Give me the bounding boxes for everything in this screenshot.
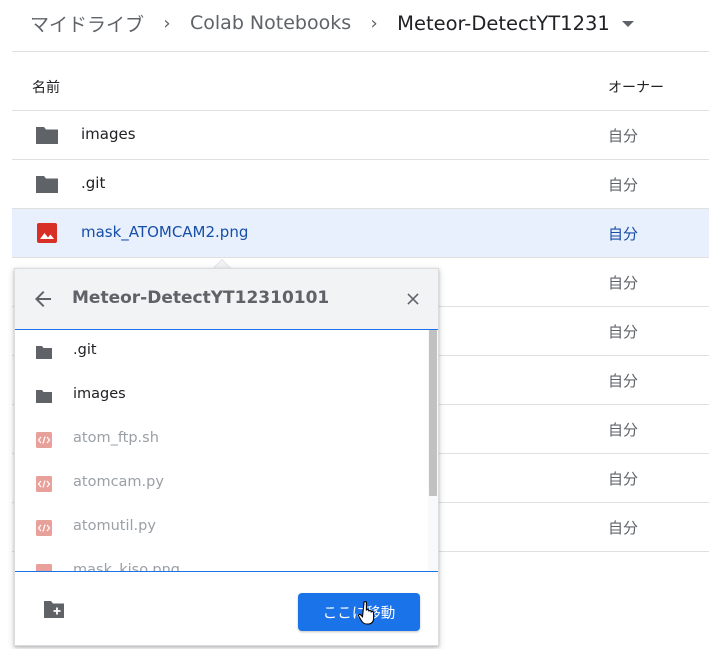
file-owner: 自分 — [608, 225, 639, 243]
file-list-header: 名前 オーナー — [12, 62, 709, 111]
file-owner: 自分 — [608, 519, 639, 537]
folder-icon — [36, 127, 58, 144]
column-header-name[interactable]: 名前 — [32, 77, 60, 97]
move-dialog: Meteor-DetectYT12310101 .git images atom… — [14, 268, 439, 646]
file-owner: 自分 — [608, 323, 639, 341]
file-owner: 自分 — [608, 372, 639, 390]
divider — [12, 51, 709, 52]
file-owner: 自分 — [608, 421, 639, 439]
dialog-item-label: mask_kiso.png — [73, 562, 181, 571]
move-here-button[interactable]: ここに移動 — [298, 593, 420, 631]
code-file-icon — [36, 476, 52, 492]
folder-icon — [36, 390, 52, 403]
dialog-file-item: atomcam.py — [15, 462, 438, 506]
move-dialog-title: Meteor-DetectYT12310101 — [72, 288, 330, 308]
divider — [15, 571, 438, 572]
file-name: .git — [81, 174, 106, 192]
file-row[interactable]: .git 自分 — [12, 160, 709, 209]
back-arrow-icon[interactable] — [31, 287, 55, 311]
file-owner: 自分 — [608, 274, 639, 292]
file-owner: 自分 — [608, 127, 639, 145]
dialog-item-label: atomutil.py — [73, 518, 156, 534]
dialog-file-item: mask_kiso.png — [15, 550, 438, 571]
move-dialog-header: Meteor-DetectYT12310101 — [15, 269, 438, 330]
file-row-selected[interactable]: mask_ATOMCAM2.png 自分 — [12, 209, 709, 258]
breadcrumb: マイドライブ › Colab Notebooks › Meteor-Detect… — [30, 6, 634, 40]
file-name: mask_ATOMCAM2.png — [81, 223, 249, 241]
dialog-folder-item[interactable]: .git — [15, 330, 438, 374]
new-folder-icon[interactable] — [43, 599, 65, 619]
image-file-icon — [36, 564, 52, 571]
breadcrumb-my-drive[interactable]: マイドライブ — [30, 10, 144, 37]
code-file-icon — [36, 520, 52, 536]
folder-icon — [36, 176, 58, 193]
file-row[interactable]: images 自分 — [12, 111, 709, 160]
dialog-item-label: atom_ftp.sh — [73, 430, 159, 446]
file-name: images — [81, 125, 136, 143]
code-file-icon — [36, 432, 52, 448]
image-file-icon — [37, 223, 57, 243]
move-dialog-folder-list[interactable]: .git images atom_ftp.sh atomcam.py atomu… — [15, 330, 438, 571]
dialog-file-item: atomutil.py — [15, 506, 438, 550]
file-owner: 自分 — [608, 470, 639, 488]
breadcrumb-separator: › — [370, 12, 378, 34]
dialog-file-item: atom_ftp.sh — [15, 418, 438, 462]
dialog-item-label: images — [73, 386, 126, 402]
breadcrumb-colab-notebooks[interactable]: Colab Notebooks — [190, 12, 351, 34]
folder-icon — [36, 346, 52, 359]
scrollbar-thumb[interactable] — [429, 330, 437, 496]
folder-dropdown-icon[interactable] — [621, 21, 634, 27]
dialog-item-label: .git — [73, 342, 97, 358]
file-owner: 自分 — [608, 176, 639, 194]
breadcrumb-current-folder[interactable]: Meteor-DetectYT1231 — [397, 12, 610, 35]
close-icon[interactable] — [401, 287, 425, 311]
dialog-folder-item[interactable]: images — [15, 374, 438, 418]
dialog-scrollbar[interactable] — [428, 330, 438, 571]
drive-page: マイドライブ › Colab Notebooks › Meteor-Detect… — [0, 0, 709, 649]
column-header-owner: オーナー — [608, 80, 664, 96]
dialog-item-label: atomcam.py — [73, 474, 164, 490]
breadcrumb-separator: › — [163, 12, 171, 34]
